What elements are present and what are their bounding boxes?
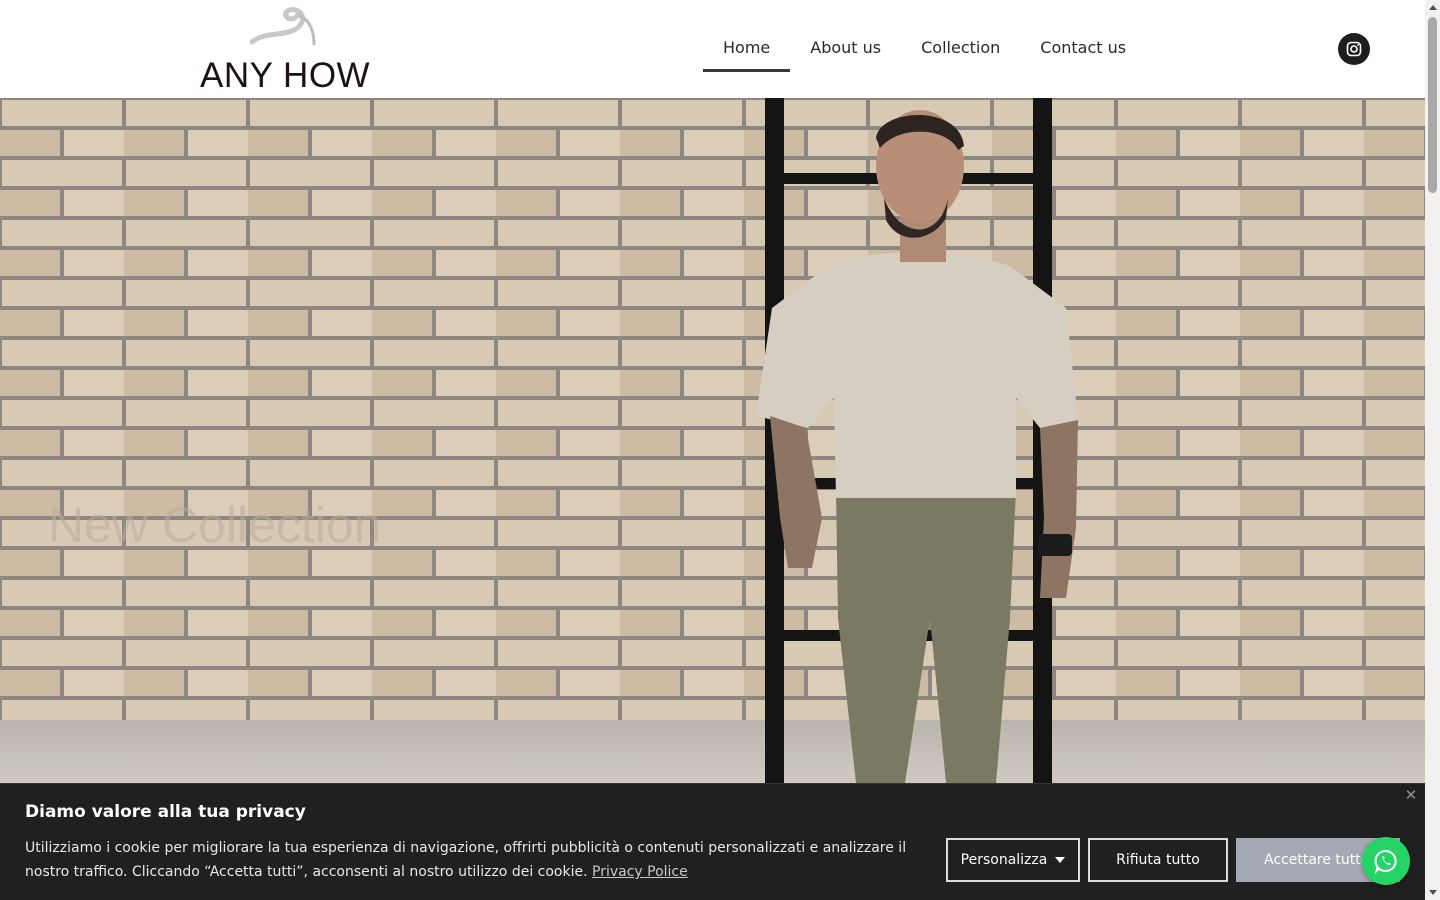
cookie-description: Utilizziamo i cookie per migliorare la t…: [25, 836, 915, 884]
cookie-banner: ✕ Diamo valore alla tua privacy Utilizzi…: [0, 783, 1425, 900]
site-header: ANY HOW Home About us Collection Contact…: [0, 0, 1425, 98]
logo[interactable]: ANY HOW: [200, 6, 372, 96]
cookie-title: Diamo valore alla tua privacy: [25, 802, 306, 822]
scroll-down-arrow-icon[interactable]: [1429, 890, 1437, 895]
nav-item-contact[interactable]: Contact us: [1020, 26, 1146, 72]
page-scrollbar[interactable]: [1425, 0, 1440, 900]
logo-text: ANY HOW: [200, 56, 371, 95]
caret-down-icon: [1055, 857, 1066, 863]
whatsapp-button[interactable]: [1362, 837, 1410, 885]
nav-item-about[interactable]: About us: [790, 26, 901, 72]
customize-label: Personalizza: [960, 852, 1048, 868]
main-nav: Home About us Collection Contact us: [703, 26, 1146, 72]
instagram-button[interactable]: [1338, 33, 1370, 65]
customize-button[interactable]: Personalizza: [946, 838, 1080, 882]
hero-image: [0, 98, 1425, 783]
instagram-icon: [1346, 41, 1362, 57]
logo-swan-icon: [249, 7, 316, 46]
hero-title: New Collection: [48, 497, 382, 553]
whatsapp-icon: [1374, 850, 1397, 874]
scrollbar-thumb[interactable]: [1428, 17, 1437, 193]
reject-all-button[interactable]: Rifiuta tutto: [1088, 838, 1228, 882]
nav-item-collection[interactable]: Collection: [901, 26, 1020, 72]
hero-section: New Collection: [0, 98, 1425, 783]
page: ANY HOW Home About us Collection Contact…: [0, 0, 1440, 900]
close-icon[interactable]: ✕: [1403, 787, 1419, 803]
privacy-policy-link[interactable]: Privacy Police: [592, 864, 688, 880]
scroll-up-arrow-icon[interactable]: [1429, 5, 1437, 10]
nav-item-home[interactable]: Home: [703, 26, 791, 72]
cookie-text: Utilizziamo i cookie per migliorare la t…: [25, 840, 907, 880]
